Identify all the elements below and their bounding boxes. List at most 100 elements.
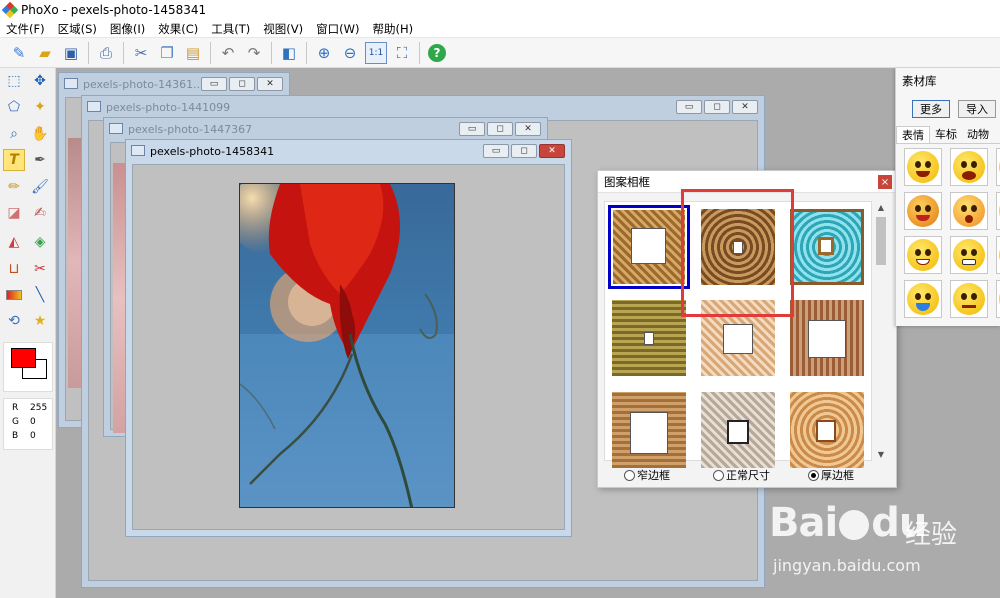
- brush-icon[interactable]: 🖌: [29, 176, 51, 198]
- menu-region[interactable]: 区域(S): [52, 21, 104, 37]
- star-shape-icon[interactable]: ★: [29, 310, 51, 332]
- emoticon-icon[interactable]: [904, 148, 942, 186]
- menu-tools[interactable]: 工具(T): [205, 21, 257, 37]
- menu-file[interactable]: 文件(F): [0, 21, 52, 37]
- paw-icon: [839, 510, 870, 540]
- emoticon-icon[interactable]: [950, 148, 988, 186]
- screen-capture-icon[interactable]: ◧: [278, 42, 300, 64]
- pencil-icon[interactable]: ✏: [3, 176, 25, 198]
- maximize-button[interactable]: ◻: [511, 144, 537, 158]
- rect-select-icon[interactable]: ⬚: [3, 70, 25, 92]
- more-button[interactable]: 更多: [912, 100, 950, 118]
- minimize-button[interactable]: ▭: [201, 77, 227, 91]
- emoticon-icon[interactable]: [904, 280, 942, 318]
- color-swatches: [3, 342, 53, 392]
- option-normal-size[interactable]: 正常尺寸: [713, 467, 770, 483]
- print-icon[interactable]: ⎙: [95, 42, 117, 64]
- minimize-button[interactable]: ▭: [459, 122, 485, 136]
- red-eye-icon[interactable]: ✂: [29, 258, 51, 280]
- radio-normal[interactable]: [713, 469, 724, 481]
- menu-effect[interactable]: 效果(C): [152, 21, 205, 37]
- close-button[interactable]: ✕: [732, 100, 758, 114]
- move-icon[interactable]: ✥: [29, 70, 51, 92]
- actual-size-icon[interactable]: 1:1: [365, 41, 387, 64]
- radio-narrow[interactable]: [624, 469, 635, 481]
- eraser-icon[interactable]: ◪: [3, 202, 25, 224]
- color-replace-icon[interactable]: ◈: [29, 231, 51, 253]
- option-narrow-label: 窄边框: [637, 469, 670, 482]
- copy-icon[interactable]: ❐: [156, 42, 178, 64]
- text-tool-icon[interactable]: T: [3, 149, 25, 171]
- gradient-icon[interactable]: [3, 284, 25, 306]
- tab-car-logos[interactable]: 车标: [930, 126, 962, 143]
- radio-thick[interactable]: [808, 469, 819, 481]
- fill-bucket-icon[interactable]: ◭: [3, 231, 25, 253]
- hand-tool-icon[interactable]: ✋: [29, 123, 51, 145]
- scrollbar-thumb[interactable]: [876, 217, 886, 265]
- frame-thumbnail[interactable]: [786, 205, 868, 289]
- library-title: 素材库: [902, 74, 937, 88]
- minimize-button[interactable]: ▭: [483, 144, 509, 158]
- g-value: 0: [30, 417, 36, 427]
- menu-window[interactable]: 窗口(W): [310, 21, 366, 37]
- menu-view[interactable]: 视图(V): [257, 21, 310, 37]
- scroll-up-icon[interactable]: ▲: [873, 203, 889, 212]
- emoticon-icon[interactable]: [950, 192, 988, 230]
- frame-dialog-close-button[interactable]: ×: [878, 175, 892, 189]
- menu-help[interactable]: 帮助(H): [366, 21, 420, 37]
- help-icon[interactable]: ?: [426, 42, 448, 64]
- open-folder-icon[interactable]: ▰: [34, 42, 56, 64]
- zoom-out-icon[interactable]: ⊖: [339, 42, 361, 64]
- frame-thumbnail[interactable]: [786, 296, 868, 380]
- tab-animals[interactable]: 动物: [962, 126, 994, 143]
- emoticon-icon[interactable]: [996, 236, 1000, 274]
- minimize-button[interactable]: ▭: [676, 100, 702, 114]
- frame-thumbnail[interactable]: [786, 388, 868, 472]
- paste-icon[interactable]: ▤: [182, 42, 204, 64]
- close-button[interactable]: ✕: [257, 77, 283, 91]
- zoom-in-icon[interactable]: ⊕: [313, 42, 335, 64]
- smudge-icon[interactable]: ✍: [29, 202, 51, 224]
- maximize-button[interactable]: ◻: [704, 100, 730, 114]
- save-icon[interactable]: ▣: [60, 42, 82, 64]
- option-thick-border[interactable]: 厚边框: [808, 467, 854, 483]
- close-button[interactable]: ✕: [539, 144, 565, 158]
- emoticon-icon[interactable]: [904, 236, 942, 274]
- tab-emoticons[interactable]: 表情: [896, 126, 930, 143]
- scroll-down-icon[interactable]: ▼: [873, 450, 889, 459]
- emoticon-icon[interactable]: [996, 280, 1000, 318]
- emoticon-icon[interactable]: [950, 280, 988, 318]
- redo-icon[interactable]: ↷: [243, 42, 265, 64]
- emoticon-icon[interactable]: [996, 148, 1000, 186]
- frame-thumbnail[interactable]: [608, 205, 690, 289]
- crop-transform-icon[interactable]: ⟲: [3, 310, 25, 332]
- cut-icon[interactable]: ✂: [130, 42, 152, 64]
- option-narrow-border[interactable]: 窄边框: [624, 467, 670, 483]
- emoticon-icon[interactable]: [904, 192, 942, 230]
- maximize-button[interactable]: ◻: [229, 77, 255, 91]
- fit-window-icon[interactable]: ⛶: [391, 42, 413, 64]
- window-title: PhoXo - pexels-photo-1458341: [21, 3, 207, 17]
- frame-thumbnail[interactable]: [697, 388, 779, 472]
- zoom-tool-icon[interactable]: ⌕: [3, 123, 25, 145]
- frame-grid-scrollbar[interactable]: ▲ ▼: [873, 201, 889, 461]
- emoticon-icon[interactable]: [950, 236, 988, 274]
- poppy-photo[interactable]: [239, 183, 455, 508]
- lasso-select-icon[interactable]: ⬠: [3, 96, 25, 118]
- close-button[interactable]: ✕: [515, 122, 541, 136]
- clone-stamp-icon[interactable]: ⊔: [3, 258, 25, 280]
- frame-thumbnail[interactable]: [608, 296, 690, 380]
- import-button[interactable]: 导入: [958, 100, 996, 118]
- maximize-button[interactable]: ◻: [487, 122, 513, 136]
- frame-thumbnail[interactable]: [608, 388, 690, 472]
- new-file-icon[interactable]: ✎: [8, 42, 30, 64]
- main-toolbar: ✎ ▰ ▣ ⎙ ✂ ❐ ▤ ↶ ↷ ◧ ⊕ ⊖ 1:1 ⛶ ?: [0, 38, 1000, 68]
- emoticon-icon[interactable]: [996, 192, 1000, 230]
- foreground-color-swatch[interactable]: [11, 348, 36, 368]
- magic-wand-icon[interactable]: ✦: [29, 96, 51, 118]
- menu-image[interactable]: 图像(I): [104, 21, 152, 37]
- option-normal-label: 正常尺寸: [726, 469, 770, 482]
- line-tool-icon[interactable]: ╲: [29, 284, 51, 306]
- eyedropper-icon[interactable]: ✒: [29, 149, 51, 171]
- undo-icon[interactable]: ↶: [217, 42, 239, 64]
